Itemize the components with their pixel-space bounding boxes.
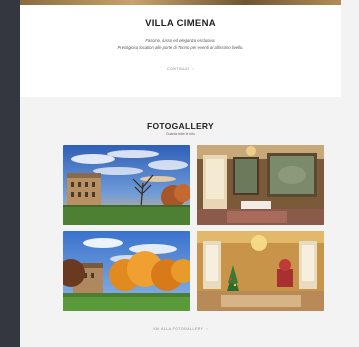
gallery-title: FOTOGALLERY [146,121,215,131]
photo-ballroom[interactable] [197,231,324,311]
chevron-right-icon: › [206,327,208,331]
photo-grid [63,145,324,311]
chevron-right-icon: › [192,66,194,71]
go-to-gallery-link[interactable]: VAI ALLA FOTOGALLERY › [20,327,341,331]
page-content: VILLA CIMENA Fascino, lusso ed eleganza … [20,0,341,347]
photo-salon-interior[interactable] [197,145,324,225]
photo-villa-park[interactable] [63,231,190,311]
continue-link[interactable]: CONTINUO › [20,67,341,71]
gallery-subtitle: Guarda tutte le foto [165,132,196,136]
villa-title: VILLA CIMENA [145,18,216,29]
fotogallery-section: FOTOGALLERY Guarda tutte le foto VAI ALL… [20,97,341,347]
photo-villa-exterior[interactable] [63,145,190,225]
intro-section: VILLA CIMENA Fascino, lusso ed eleganza … [20,5,341,97]
left-sidebar-rail [0,0,20,347]
villa-exterior-image [63,145,190,225]
right-margin [341,0,359,347]
intro-text-line-1: Fascino, lusso ed eleganza esclusiva. [145,38,216,43]
intro-text-line-2: Prestigiosa location alle porte di Torin… [117,44,244,50]
continue-link-label: CONTINUO [167,66,190,71]
go-to-gallery-label: VAI ALLA FOTOGALLERY [153,327,204,331]
salon-interior-image [197,145,324,225]
ballroom-image [197,231,324,311]
villa-park-image [63,231,190,311]
